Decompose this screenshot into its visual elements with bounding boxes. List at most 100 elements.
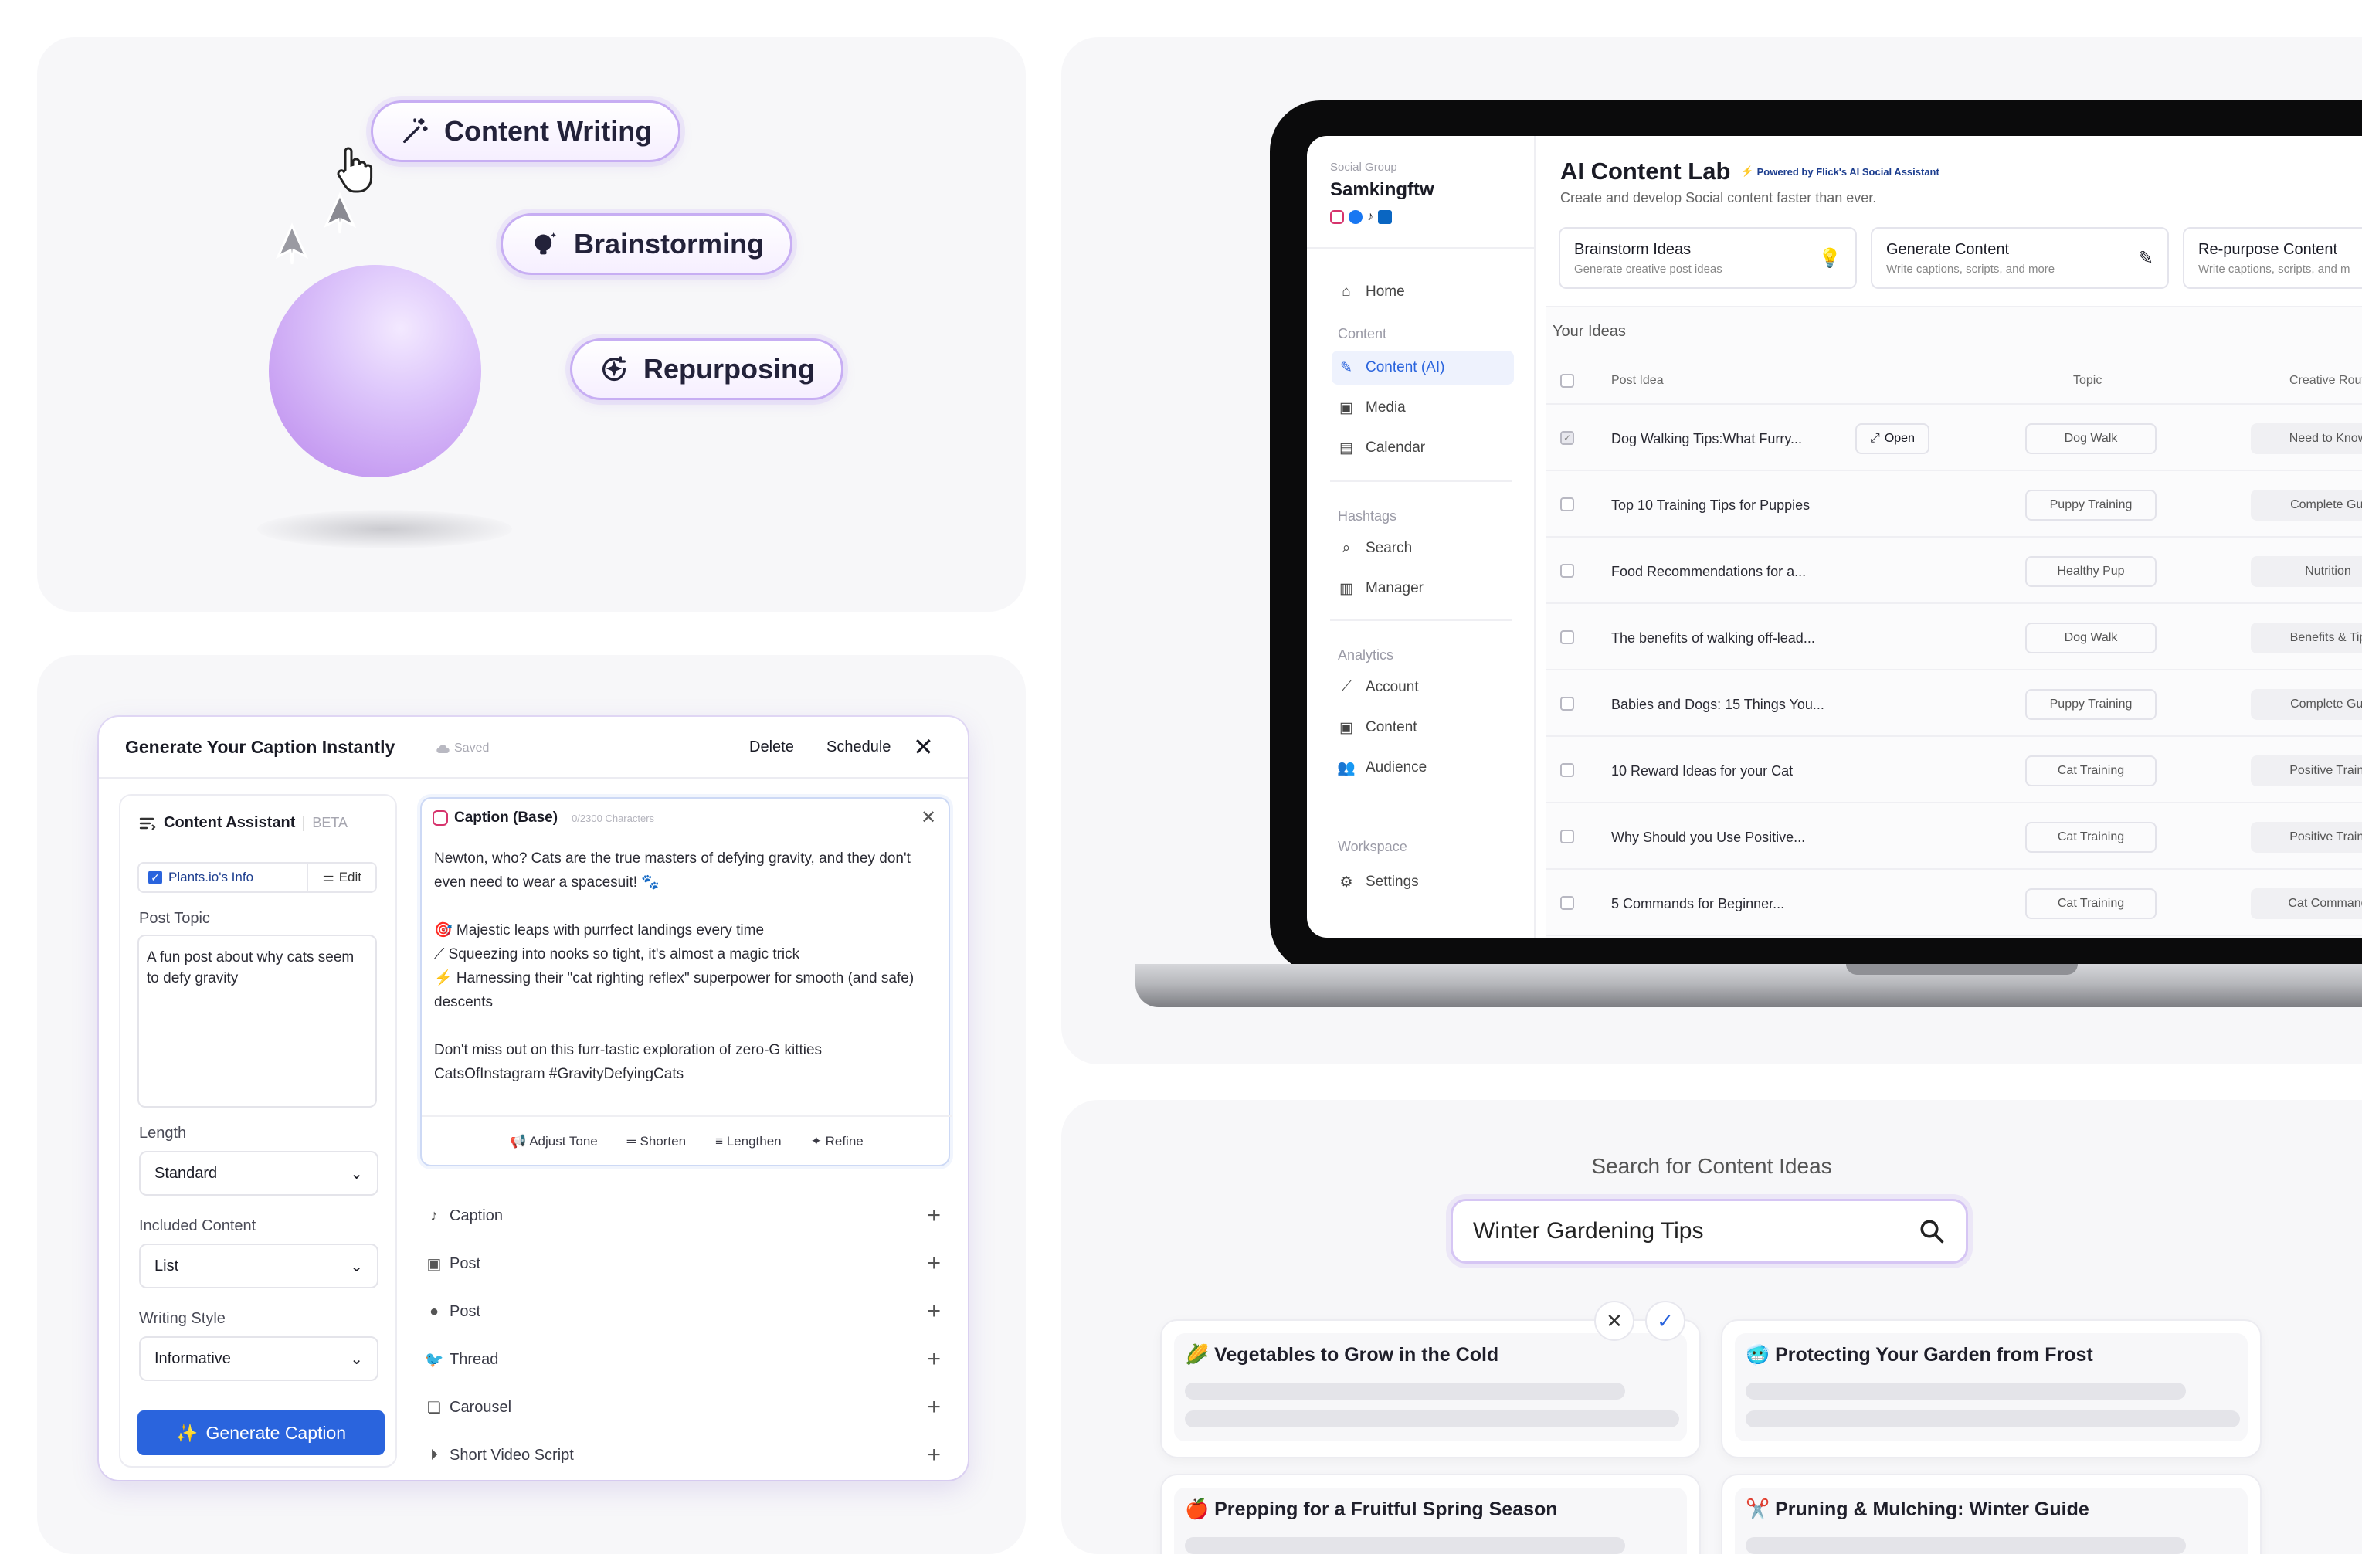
plus-icon[interactable]: +: [927, 1394, 941, 1420]
sidebar-item-account[interactable]: ⟋ Account: [1332, 670, 1514, 704]
schedule-button[interactable]: Schedule: [826, 738, 891, 756]
chevron-down-icon: ⌄: [350, 1350, 363, 1368]
content-writing-pill[interactable]: Content Writing: [371, 100, 681, 162]
sidebar-item-media[interactable]: ▣ Media: [1332, 391, 1514, 425]
result-title: 🌽 Vegetables to Grow in the Cold: [1185, 1344, 1498, 1366]
row-checkbox[interactable]: [1560, 830, 1574, 843]
post-topic-input[interactable]: A fun post about why cats seem to defy g…: [137, 935, 377, 1108]
post-idea: Why Should you Use Positive...: [1611, 830, 1806, 845]
route-chip: Need to Know: [2251, 423, 2362, 454]
instagram-icon: [433, 810, 448, 826]
row-checkbox[interactable]: [1560, 497, 1574, 511]
result-title: 🍎 Prepping for a Fruitful Spring Season: [1185, 1498, 1558, 1521]
table-row[interactable]: Top 10 Training Tips for Puppies Puppy T…: [1546, 471, 2362, 538]
main-area: AI Content Lab ⚡ Powered by Flick's AI So…: [1537, 136, 2362, 938]
plus-icon[interactable]: +: [927, 1346, 941, 1373]
route-chip: Positive Traini: [2251, 822, 2362, 853]
reject-button[interactable]: ✕: [1594, 1301, 1634, 1341]
sidebar-item-content-ai[interactable]: ✎ Content (AI): [1332, 351, 1514, 385]
info-toggle[interactable]: ✓ Plants.io's Info ⚌ Edit: [137, 862, 377, 893]
row-checkbox[interactable]: [1560, 763, 1574, 777]
linkedin-icon: ▣: [426, 1255, 442, 1273]
topic-chip: Cat Training: [2025, 888, 2157, 919]
action-card-repurpose[interactable]: Re-purpose Content Write captions, scrip…: [2183, 227, 2362, 289]
accordion-label: Carousel: [450, 1398, 512, 1416]
sidebar-item-label: Home: [1366, 283, 1405, 300]
row-checkbox[interactable]: [1560, 630, 1574, 644]
included-content-select[interactable]: List ⌄: [139, 1244, 378, 1288]
table-row[interactable]: The benefits of walking off-lead... Dog …: [1546, 604, 2362, 670]
table-row[interactable]: Why Should you Use Positive... Cat Train…: [1546, 803, 2362, 870]
accept-button[interactable]: ✓: [1645, 1301, 1685, 1341]
caption-actions: 📢 Adjust Tone ═ Shorten ≡ Lengthen ✦ Ref…: [422, 1115, 952, 1166]
modal-header: Generate Your Caption Instantly Saved De…: [99, 717, 968, 779]
route-chip: Positive Traini: [2251, 755, 2362, 786]
result-card[interactable]: ✂️ Pruning & Mulching: Winter Guide: [1721, 1474, 2262, 1554]
accordion-short-video-script[interactable]: ⏵ Short Video Script +: [426, 1432, 952, 1478]
divider: [303, 815, 305, 831]
table-row[interactable]: Babies and Dogs: 15 Things You... Puppy …: [1546, 670, 2362, 737]
search-input[interactable]: Winter Gardening Tips: [1451, 1199, 1968, 1264]
accordion-carousel[interactable]: ❏ Carousel +: [426, 1384, 952, 1431]
delete-button[interactable]: Delete: [749, 738, 794, 756]
result-card[interactable]: 🥶 Protecting Your Garden from Frost: [1721, 1319, 2262, 1458]
topic-chip: Healthy Pup: [2025, 556, 2157, 587]
row-checkbox[interactable]: ✓: [1560, 431, 1574, 445]
close-icon[interactable]: ✕: [913, 732, 934, 762]
ideas-title: Your Ideas: [1553, 323, 1626, 340]
search-panel: Search for Content Ideas Winter Gardenin…: [1061, 1100, 2362, 1554]
plus-icon[interactable]: +: [927, 1442, 941, 1468]
beta-badge: BETA: [312, 815, 348, 830]
brainstorming-pill[interactable]: Brainstorming: [501, 213, 793, 275]
assistant-header: Content Assistant BETA: [139, 814, 348, 832]
action-card-generate[interactable]: Generate Content Write captions, scripts…: [1871, 227, 2169, 289]
accordion-facebook-post[interactable]: ● Post +: [426, 1288, 952, 1335]
open-button[interactable]: ⤢ Open: [1855, 423, 1929, 454]
edit-button[interactable]: ⚌ Edit: [308, 870, 375, 885]
row-checkbox[interactable]: [1560, 564, 1574, 578]
writing-style-select[interactable]: Informative ⌄: [139, 1336, 378, 1381]
action-card-brainstorm[interactable]: Brainstorm Ideas Generate creative post …: [1559, 227, 1857, 289]
table-row[interactable]: 10 Reward Ideas for your Cat Cat Trainin…: [1546, 737, 2362, 803]
lab-subtitle: Create and develop Social content faster…: [1560, 190, 1877, 205]
sidebar-item-search[interactable]: ⌕ Search: [1332, 531, 1514, 565]
divider: [1330, 619, 1512, 621]
repurposing-pill[interactable]: Repurposing: [570, 338, 843, 400]
lengthen-button[interactable]: ≡ Lengthen: [715, 1134, 782, 1149]
checkbox-checked-icon[interactable]: ✓: [148, 871, 162, 884]
sidebar-item-label: Search: [1366, 540, 1413, 556]
caption-textarea[interactable]: Newton, who? Cats are the true masters o…: [434, 847, 936, 1086]
twitter-icon: 🐦: [424, 1351, 444, 1369]
accordion-twitter-thread[interactable]: 🐦 Thread +: [424, 1336, 952, 1383]
instagram-icon: [1330, 210, 1344, 224]
skeleton-line: [1185, 1383, 1625, 1400]
shorten-button[interactable]: ═ Shorten: [627, 1134, 686, 1149]
column-header: Post Idea: [1611, 374, 1664, 387]
sidebar-item-home[interactable]: ⌂ Home: [1332, 275, 1514, 309]
section-content-label: Content: [1338, 326, 1387, 341]
close-icon[interactable]: ✕: [921, 806, 936, 829]
result-card[interactable]: 🍎 Prepping for a Fruitful Spring Season: [1160, 1474, 1701, 1554]
length-value: Standard: [154, 1164, 218, 1182]
table-row[interactable]: ✓ Dog Walking Tips:What Furry... ⤢ Open D…: [1546, 405, 2362, 471]
sidebar-item-audience[interactable]: 👥 Audience: [1332, 751, 1514, 785]
lightbulb-icon: 💡: [1818, 248, 1841, 269]
row-checkbox[interactable]: [1560, 896, 1574, 910]
sidebar-item-analytics-content[interactable]: ▣ Content: [1332, 711, 1514, 745]
plus-icon[interactable]: +: [927, 1251, 941, 1277]
table-row[interactable]: 5 Commands for Beginner... Cat Training …: [1546, 870, 2362, 936]
plus-icon[interactable]: +: [927, 1203, 941, 1229]
length-select[interactable]: Standard ⌄: [139, 1151, 378, 1196]
generate-caption-button[interactable]: ✨ Generate Caption: [137, 1410, 385, 1455]
accordion-linkedin-post[interactable]: ▣ Post +: [426, 1240, 952, 1287]
row-checkbox[interactable]: [1560, 697, 1574, 711]
refine-button[interactable]: ✦ Refine: [811, 1134, 864, 1149]
plus-icon[interactable]: +: [927, 1298, 941, 1325]
accordion-tiktok-caption[interactable]: ♪ Caption +: [426, 1193, 952, 1239]
adjust-tone-button[interactable]: 📢 Adjust Tone: [510, 1134, 597, 1149]
sidebar-item-manager[interactable]: ▥ Manager: [1332, 572, 1514, 606]
sidebar-item-settings[interactable]: ⚙ Settings: [1332, 865, 1514, 899]
sidebar-item-calendar[interactable]: ▤ Calendar: [1332, 431, 1514, 465]
select-all-checkbox[interactable]: [1560, 374, 1574, 388]
table-row[interactable]: Food Recommendations for a... Healthy Pu…: [1546, 538, 2362, 604]
